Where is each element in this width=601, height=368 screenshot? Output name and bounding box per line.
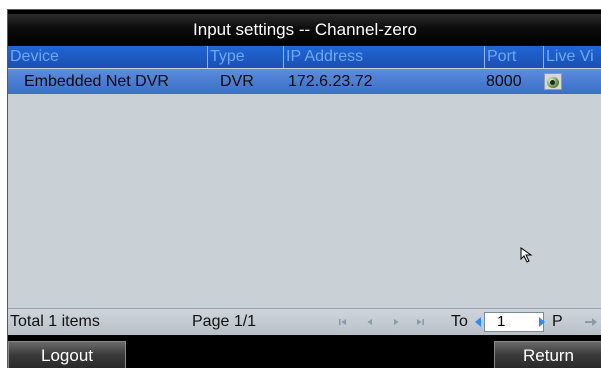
- total-items-label: Total 1 items: [10, 313, 100, 330]
- next-page-icon[interactable]: [391, 315, 401, 329]
- logout-button[interactable]: Logout: [8, 341, 126, 368]
- last-page-icon[interactable]: [415, 315, 425, 329]
- pagination-bar: Total 1 items Page 1/1 To 1 P: [8, 308, 601, 335]
- window-title: Input settings -- Channel-zero: [8, 14, 601, 46]
- device-table: Device Type IP Address Port Live Vi Embe…: [8, 46, 601, 308]
- mouse-cursor-icon: [520, 247, 533, 263]
- p-label: P: [552, 313, 563, 330]
- bottom-bar: Logout Return: [8, 335, 601, 368]
- cell-device: Embedded Net DVR: [24, 73, 169, 90]
- input-settings-window: Input settings -- Channel-zero Device Ty…: [7, 9, 601, 368]
- to-label: To: [451, 313, 468, 330]
- cell-port: 8000: [486, 73, 522, 90]
- live-view-icon[interactable]: [544, 73, 562, 90]
- first-page-icon[interactable]: [338, 315, 348, 329]
- cell-type: DVR: [220, 73, 254, 90]
- page-increment-icon[interactable]: [537, 315, 547, 329]
- table-header: Device Type IP Address Port Live Vi: [8, 46, 601, 68]
- table-row[interactable]: Embedded Net DVR DVR 172.6.23.72 8000: [8, 69, 601, 94]
- page-number-value: 1: [497, 313, 506, 330]
- column-header-device[interactable]: Device: [8, 46, 208, 68]
- column-header-port[interactable]: Port: [485, 46, 544, 68]
- page-number-input[interactable]: 1: [484, 312, 544, 332]
- prev-page-icon[interactable]: [365, 315, 375, 329]
- column-header-live-view[interactable]: Live Vi: [544, 46, 601, 68]
- page-decrement-icon[interactable]: [473, 315, 483, 329]
- page-indicator: Page 1/1: [192, 313, 257, 330]
- go-arrow-icon[interactable]: [584, 316, 598, 328]
- column-header-ip-address[interactable]: IP Address: [284, 46, 485, 68]
- column-header-type[interactable]: Type: [208, 46, 284, 68]
- cell-ip-address: 172.6.23.72: [288, 73, 373, 90]
- return-button[interactable]: Return: [494, 341, 601, 368]
